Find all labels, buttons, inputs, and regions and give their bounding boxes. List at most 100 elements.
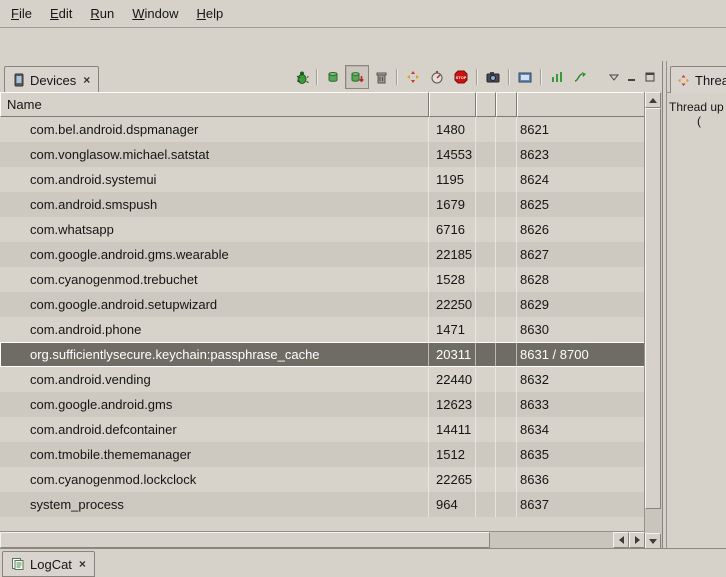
table-row[interactable]: com.android.phone 1471 8630 bbox=[0, 317, 645, 342]
menu-run[interactable]: Run bbox=[81, 2, 123, 25]
blank-cell bbox=[476, 317, 496, 342]
menu-edit[interactable]: Edit bbox=[41, 2, 81, 25]
port-cell: 8626 bbox=[517, 217, 645, 242]
debug-process-icon[interactable] bbox=[289, 65, 313, 89]
tab-devices-close-icon[interactable]: × bbox=[83, 73, 90, 87]
port-cell: 8634 bbox=[517, 417, 645, 442]
toolbar-separator bbox=[316, 69, 318, 85]
table-row[interactable]: com.bel.android.dspmanager 1480 8621 bbox=[0, 117, 645, 142]
blank-cell bbox=[476, 242, 496, 267]
stop-process-icon[interactable]: STOP bbox=[449, 65, 473, 89]
capture-systrace-icon[interactable] bbox=[545, 65, 569, 89]
update-heap-icon[interactable] bbox=[321, 65, 345, 89]
table-row[interactable]: com.tmobile.thememanager 1512 8635 bbox=[0, 442, 645, 467]
horizontal-scrollbar-thumb[interactable] bbox=[0, 532, 490, 548]
pid-cell: 1480 bbox=[429, 117, 476, 142]
table-row[interactable]: com.android.defcontainer 14411 8634 bbox=[0, 417, 645, 442]
horizontal-scrollbar[interactable] bbox=[0, 531, 645, 549]
table-row[interactable]: system_process 964 8637 bbox=[0, 492, 645, 517]
bottom-bar: LogCat × bbox=[0, 548, 726, 577]
tab-logcat-label: LogCat bbox=[30, 557, 72, 572]
process-name-cell: com.google.android.setupwizard bbox=[0, 292, 429, 317]
table-row[interactable]: com.google.android.gms.wearable 22185 86… bbox=[0, 242, 645, 267]
blank-cell bbox=[496, 192, 517, 217]
table-row[interactable]: com.android.vending 22440 8632 bbox=[0, 367, 645, 392]
pid-cell: 1195 bbox=[429, 167, 476, 192]
screen-capture-icon[interactable] bbox=[481, 65, 505, 89]
column-header-pid[interactable] bbox=[429, 92, 476, 117]
port-cell: 8636 bbox=[517, 467, 645, 492]
svg-text:STOP: STOP bbox=[456, 75, 467, 80]
table-row[interactable]: com.google.android.gms 12623 8633 bbox=[0, 392, 645, 417]
pid-cell: 14411 bbox=[429, 417, 476, 442]
table-row[interactable]: com.google.android.setupwizard 22250 862… bbox=[0, 292, 645, 317]
toolbar-separator bbox=[540, 69, 542, 85]
tab-devices[interactable]: Devices × bbox=[4, 66, 99, 93]
update-threads-icon[interactable] bbox=[401, 65, 425, 89]
blank-cell bbox=[496, 442, 517, 467]
table-row[interactable]: org.sufficientlysecure.keychain:passphra… bbox=[0, 342, 645, 367]
port-cell: 8635 bbox=[517, 442, 645, 467]
blank-cell bbox=[496, 117, 517, 142]
table-row[interactable]: com.android.smspush 1679 8625 bbox=[0, 192, 645, 217]
pid-cell: 22185 bbox=[429, 242, 476, 267]
opengl-trace-icon[interactable] bbox=[569, 65, 593, 89]
process-name-cell: system_process bbox=[0, 492, 429, 517]
threads-message-line2: ( bbox=[697, 114, 726, 128]
port-cell: 8630 bbox=[517, 317, 645, 342]
process-name-cell: com.vonglasow.michael.satstat bbox=[0, 142, 429, 167]
process-name-cell: com.cyanogenmod.trebuchet bbox=[0, 267, 429, 292]
table-row[interactable]: com.android.systemui 1195 8624 bbox=[0, 167, 645, 192]
process-name-cell: com.android.vending bbox=[0, 367, 429, 392]
scroll-right-icon[interactable] bbox=[629, 532, 645, 548]
cause-gc-icon[interactable] bbox=[369, 65, 393, 89]
scroll-down-icon[interactable] bbox=[645, 533, 661, 549]
pid-cell: 1679 bbox=[429, 192, 476, 217]
process-name-cell: com.android.defcontainer bbox=[0, 417, 429, 442]
blank-cell bbox=[476, 192, 496, 217]
method-profiling-icon[interactable] bbox=[425, 65, 449, 89]
blank-cell bbox=[476, 342, 496, 367]
menu-window[interactable]: Window bbox=[123, 2, 187, 25]
pid-cell: 22440 bbox=[429, 367, 476, 392]
scroll-left-icon[interactable] bbox=[613, 532, 629, 548]
toolbar-separator bbox=[396, 69, 398, 85]
scroll-up-icon[interactable] bbox=[645, 92, 661, 108]
column-header-port[interactable] bbox=[517, 92, 645, 117]
maximize-icon[interactable] bbox=[641, 68, 659, 86]
screen-record-icon[interactable] bbox=[513, 65, 537, 89]
process-name-cell: org.sufficientlysecure.keychain:passphra… bbox=[0, 342, 429, 367]
blank-cell bbox=[476, 392, 496, 417]
minimize-icon[interactable] bbox=[623, 68, 641, 86]
menu-file[interactable]: File bbox=[2, 2, 41, 25]
vertical-scrollbar-thumb[interactable] bbox=[645, 108, 661, 509]
tab-threads[interactable]: Threads bbox=[670, 66, 726, 93]
pid-cell: 1471 bbox=[429, 317, 476, 342]
table-row[interactable]: com.whatsapp 6716 8626 bbox=[0, 217, 645, 242]
devices-toolbar: STOP bbox=[289, 65, 659, 89]
device-table-body: com.bel.android.dspmanager 1480 8621 com… bbox=[0, 117, 645, 532]
pid-cell: 6716 bbox=[429, 217, 476, 242]
column-header-blank1[interactable] bbox=[476, 92, 496, 117]
table-row[interactable]: com.cyanogenmod.trebuchet 1528 8628 bbox=[0, 267, 645, 292]
blank-cell bbox=[496, 267, 517, 292]
pid-cell: 1512 bbox=[429, 442, 476, 467]
vertical-scrollbar[interactable] bbox=[644, 92, 662, 549]
threads-icon bbox=[677, 74, 690, 87]
table-row[interactable]: com.cyanogenmod.lockclock 22265 8636 bbox=[0, 467, 645, 492]
table-row[interactable]: com.vonglasow.michael.satstat 14553 8623 bbox=[0, 142, 645, 167]
pid-cell: 12623 bbox=[429, 392, 476, 417]
dump-hprof-icon[interactable] bbox=[345, 65, 369, 89]
view-menu-icon[interactable] bbox=[605, 68, 623, 86]
process-name-cell: com.google.android.gms.wearable bbox=[0, 242, 429, 267]
menu-help[interactable]: Help bbox=[187, 2, 232, 25]
process-name-cell: com.google.android.gms bbox=[0, 392, 429, 417]
tab-logcat-close-icon[interactable]: × bbox=[79, 557, 86, 571]
process-name-cell: com.android.smspush bbox=[0, 192, 429, 217]
toolbar-separator bbox=[476, 69, 478, 85]
tab-logcat[interactable]: LogCat × bbox=[2, 551, 95, 577]
blank-cell bbox=[496, 417, 517, 442]
blank-cell bbox=[476, 142, 496, 167]
column-header-name[interactable]: Name bbox=[0, 92, 429, 117]
column-header-blank2[interactable] bbox=[496, 92, 517, 117]
